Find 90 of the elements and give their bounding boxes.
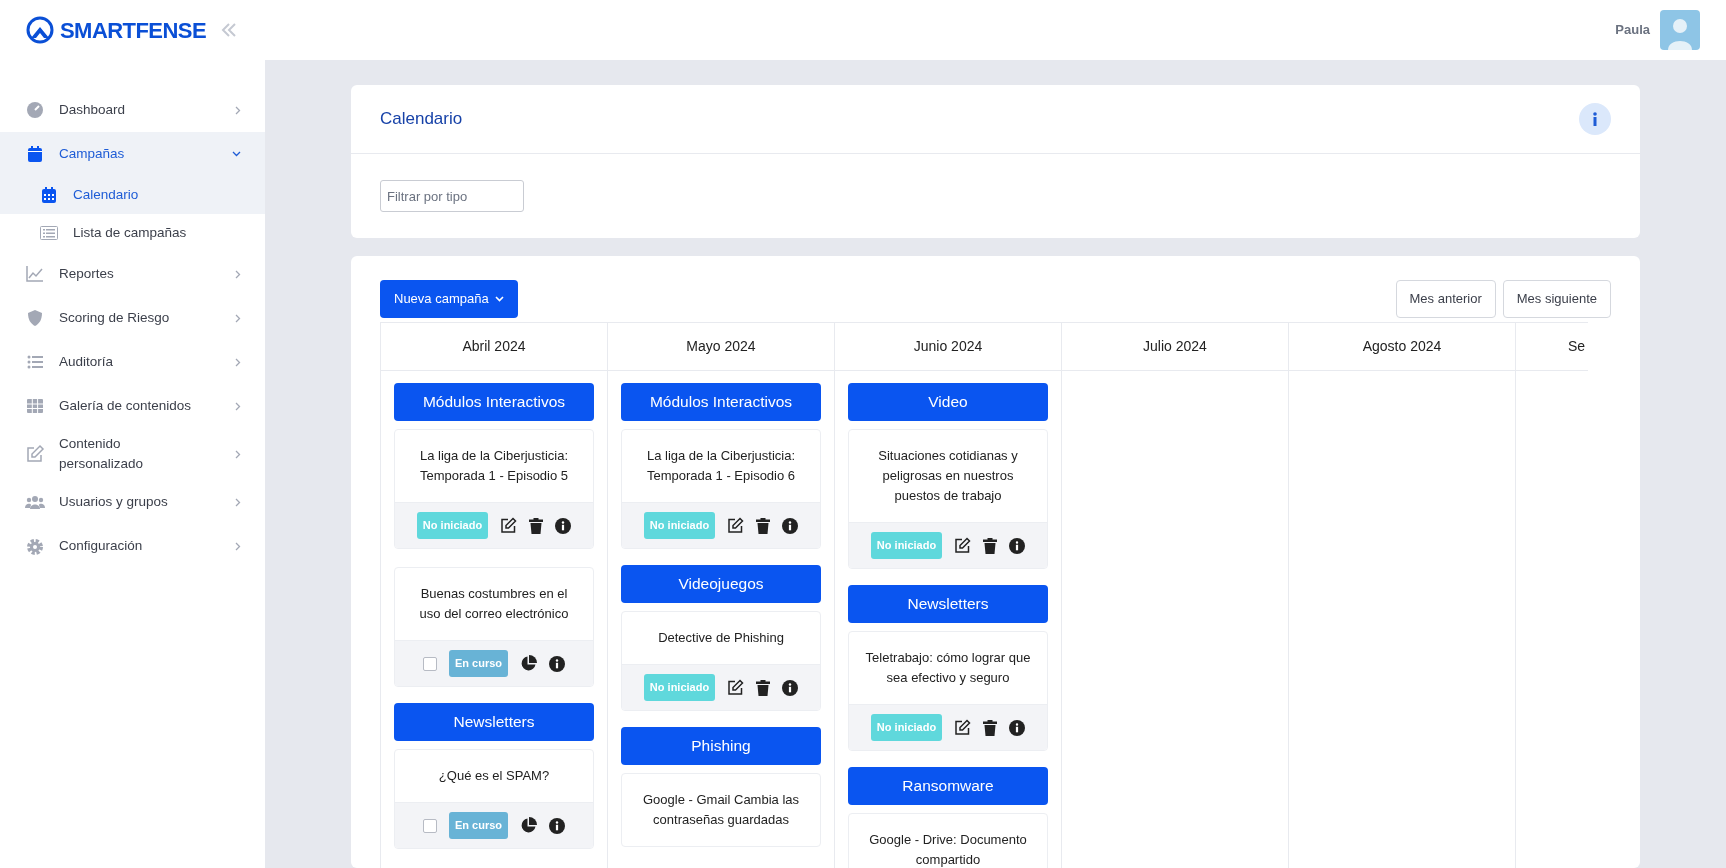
chevron-right-icon xyxy=(235,542,241,551)
status-badge: En curso xyxy=(448,812,509,839)
category-header: Módulos Interactivos xyxy=(394,383,594,421)
month-header: Agosto 2024 xyxy=(1362,337,1442,356)
brand-name: SMARTFENSE xyxy=(60,16,207,45)
category-header: Newsletters xyxy=(394,703,594,741)
chevron-down-icon xyxy=(232,151,241,157)
shield-icon xyxy=(25,308,45,328)
checkbox[interactable] xyxy=(422,818,437,833)
chevron-right-icon xyxy=(235,269,241,279)
list-icon xyxy=(39,223,59,243)
category-header: Newsletters xyxy=(848,585,1048,623)
edit-icon xyxy=(25,444,45,465)
month-header: Junio 2024 xyxy=(913,337,983,356)
gauge-icon xyxy=(25,100,45,120)
edit-icon[interactable] xyxy=(727,517,745,534)
calendar-icon xyxy=(25,144,45,164)
chevron-right-icon xyxy=(235,313,241,323)
info-icon[interactable] xyxy=(782,679,799,696)
edit-icon[interactable] xyxy=(954,719,972,736)
chevron-right-icon xyxy=(235,105,241,115)
campaign-title: Teletrabajo: cómo lograr que sea efectivo y seguro xyxy=(864,649,1032,687)
sidebar-item[interactable]: Dashboard xyxy=(0,88,265,132)
category-header: Video xyxy=(848,383,1048,421)
caret-icon xyxy=(494,296,504,302)
month-header: Mayo 2024 xyxy=(686,337,756,356)
info-icon[interactable] xyxy=(549,655,566,672)
campaign-title: La liga de la Ciberjusticia: Temporada 1 - Episodio 6 xyxy=(645,447,797,485)
campaign-title: Detective de Phishing xyxy=(658,629,784,647)
checkbox[interactable] xyxy=(422,656,437,671)
sidebar-item[interactable]: Configuración xyxy=(0,524,265,569)
chevron-right-icon xyxy=(235,401,241,411)
campaign-title: Google - Gmail Cambia las contraseñas guardadas xyxy=(641,791,801,829)
edit-icon[interactable] xyxy=(500,517,518,534)
campaign-title: Situaciones cotidianas y peligrosas en nuestros puestos de trabajo xyxy=(877,447,1019,505)
sidebar-item[interactable]: Campañas xyxy=(0,132,265,176)
status-badge: En curso xyxy=(448,650,509,677)
trash-icon[interactable] xyxy=(529,517,544,534)
previous-month-button[interactable]: Mes anterior xyxy=(1395,280,1496,318)
info-icon[interactable] xyxy=(1009,719,1026,736)
sidebar-item[interactable]: Reportes xyxy=(0,252,265,296)
info-button[interactable] xyxy=(1579,103,1611,135)
sidebar-item[interactable]: Auditoría xyxy=(0,340,265,384)
sidebar-subitem[interactable]: Lista de campañas xyxy=(0,214,265,252)
status-badge: No iniciado xyxy=(416,512,489,539)
chevron-right-icon xyxy=(235,449,241,459)
campaign-title: ¿Qué es el SPAM? xyxy=(438,767,550,785)
chevron-right-icon xyxy=(235,357,241,367)
status-badge: No iniciado xyxy=(643,674,716,701)
chevron-right-icon xyxy=(235,498,241,507)
trash-icon[interactable] xyxy=(983,537,998,554)
campaign-title: Buenas costumbres en el uso del correo electrónico xyxy=(418,585,570,623)
next-month-button[interactable]: Mes siguiente xyxy=(1502,280,1611,318)
category-header: Videojuegos xyxy=(621,565,821,603)
new-campaign-button[interactable]: Nueva campaña xyxy=(380,280,518,318)
sidebar-item[interactable]: Contenido personalizado xyxy=(0,428,265,481)
category-header: Phishing xyxy=(621,727,821,765)
line-chart-icon xyxy=(25,264,45,284)
sidebar-item[interactable]: Scoring de Riesgo xyxy=(0,296,265,340)
info-icon[interactable] xyxy=(1009,537,1026,554)
campaign-title: La liga de la Ciberjusticia: Temporada 1 - Episodio 5 xyxy=(418,447,570,485)
pie-chart-icon[interactable] xyxy=(520,655,538,672)
sidebar-item[interactable]: Galería de contenidos xyxy=(0,384,265,428)
logo-icon xyxy=(26,16,54,44)
info-icon[interactable] xyxy=(549,817,566,834)
month-header: Julio 2024 xyxy=(1143,337,1207,356)
info-icon[interactable] xyxy=(782,517,799,534)
table-grid-icon xyxy=(25,396,45,416)
settings-icon xyxy=(25,536,45,557)
user-name[interactable]: Paula xyxy=(1615,20,1650,40)
month-header: Abril 2024 xyxy=(462,337,526,356)
edit-icon[interactable] xyxy=(727,679,745,696)
month-header: Se xyxy=(1568,337,1586,356)
trash-icon[interactable] xyxy=(983,719,998,736)
info-icon[interactable] xyxy=(555,517,572,534)
edit-icon[interactable] xyxy=(954,537,972,554)
trash-icon[interactable] xyxy=(756,517,771,534)
page-title: Calendario xyxy=(380,108,463,131)
trash-icon[interactable] xyxy=(756,679,771,696)
filter-field[interactable]: Filtrar por tipo xyxy=(380,180,524,212)
sidebar-item[interactable]: Usuarios y grupos xyxy=(0,480,265,525)
info-icon xyxy=(1592,112,1598,126)
status-badge: No iniciado xyxy=(870,532,943,559)
pie-chart-icon[interactable] xyxy=(520,817,538,834)
status-badge: No iniciado xyxy=(643,512,716,539)
campaign-title: Google - Drive: Documento compartido xyxy=(868,831,1028,868)
category-header: Ransomware xyxy=(848,767,1048,805)
status-badge: No iniciado xyxy=(870,714,943,741)
calendar-icon xyxy=(39,185,59,205)
category-header: Módulos Interactivos xyxy=(621,383,821,421)
